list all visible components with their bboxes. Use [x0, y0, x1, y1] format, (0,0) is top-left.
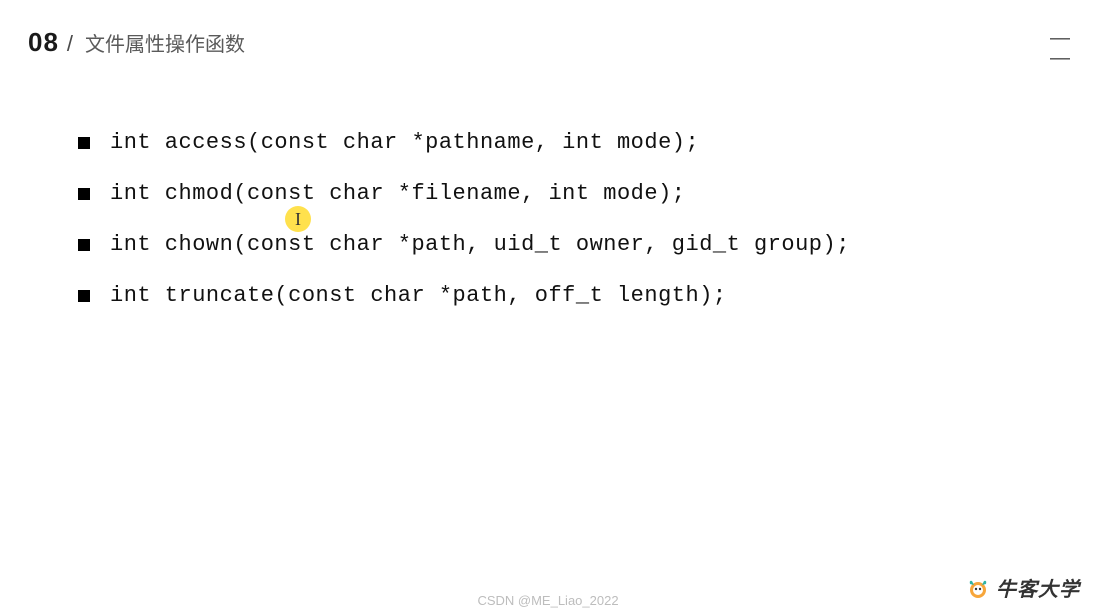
section-number: 08: [28, 27, 59, 58]
watermark-text: CSDN @ME_Liao_2022: [477, 593, 618, 608]
slide-header: 08 / 文件属性操作函数 ——: [0, 0, 1096, 62]
brand-logo: 牛客大学: [966, 573, 1080, 602]
list-item: int truncate(const char *path, off_t len…: [78, 283, 1096, 308]
list-item: int chmod(const char *filename, int mode…: [78, 181, 1096, 206]
slide-content: int access(const char *pathname, int mod…: [0, 62, 1096, 308]
code-line: int chmod(const char *filename, int mode…: [110, 181, 686, 206]
square-bullet-icon: [78, 188, 90, 200]
square-bullet-icon: [78, 239, 90, 251]
section-slash: /: [67, 31, 73, 57]
code-line: int truncate(const char *path, off_t len…: [110, 283, 727, 308]
header-left: 08 / 文件属性操作函数: [28, 27, 245, 58]
code-line: int access(const char *pathname, int mod…: [110, 130, 699, 155]
brand-name: 牛客大学: [996, 573, 1080, 602]
list-item: int chown(const char *path, uid_t owner,…: [78, 232, 1096, 257]
code-line: int chown(const char *path, uid_t owner,…: [110, 232, 850, 257]
list-item: int access(const char *pathname, int mod…: [78, 130, 1096, 155]
brand-cow-icon: [966, 576, 990, 600]
square-bullet-icon: [78, 137, 90, 149]
square-bullet-icon: [78, 290, 90, 302]
section-title: 文件属性操作函数: [85, 28, 245, 57]
